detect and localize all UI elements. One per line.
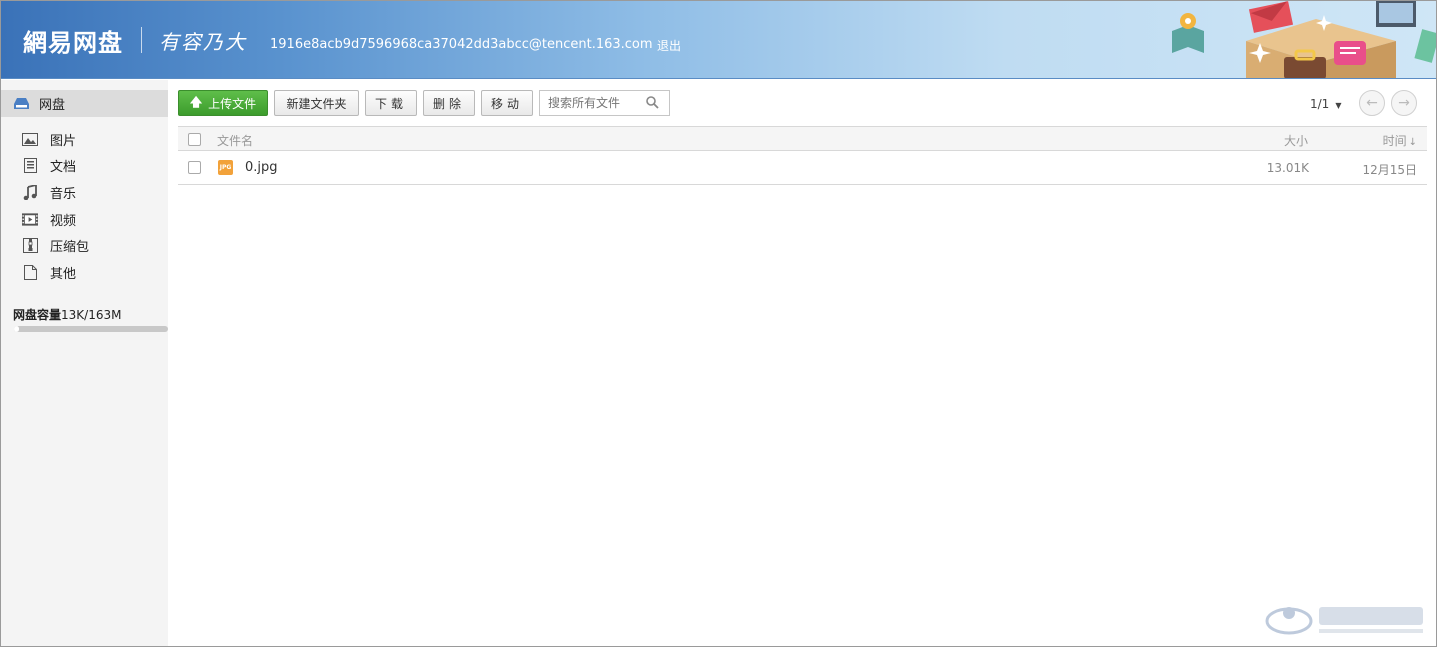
quota-progress-bar — [14, 326, 168, 332]
table-header: 文件名 大小 时间 ↓ — [178, 126, 1427, 151]
category-list: 图片 文档 音乐 视频 压缩包 其他 — [1, 126, 168, 286]
quota-label: 网盘容量 — [13, 308, 62, 322]
sidebar: 网盘 图片 文档 音乐 视频 压缩包 其他 网盘容量13K/163M — [1, 80, 168, 646]
arrow-right-icon: → — [1398, 95, 1410, 111]
delete-button[interactable]: 删除 — [423, 90, 475, 116]
download-button[interactable]: 下载 — [365, 90, 417, 116]
watermark-logo — [1265, 607, 1423, 635]
header-illustration — [1172, 1, 1436, 78]
file-icon — [22, 264, 38, 280]
file-time: 12月15日 — [1362, 163, 1417, 177]
toolbar: 🡅 上传文件 新建文件夹 下载 删除 移动 — [178, 90, 670, 116]
sort-down-icon: ↓ — [1408, 137, 1417, 148]
top-header: 網易网盘 有容乃大 1916e8acb9d7596968ca37042dd3ab… — [1, 1, 1436, 79]
column-header-time[interactable]: 时间 ↓ — [1383, 132, 1417, 149]
quota-value: 13K/163M — [61, 308, 122, 322]
search-icon[interactable] — [646, 96, 659, 109]
column-header-name[interactable]: 文件名 — [217, 132, 253, 149]
select-all-checkbox[interactable] — [188, 133, 201, 146]
page-indicator[interactable]: 1/1 ▼ — [1310, 97, 1341, 111]
sidebar-item-label: 音乐 — [50, 186, 77, 202]
sidebar-item-label: 其他 — [50, 266, 77, 282]
sidebar-item-others[interactable]: 其他 — [1, 259, 168, 286]
column-header-size[interactable]: 大小 — [1284, 132, 1308, 149]
sidebar-item-label: 压缩包 — [50, 240, 90, 256]
sidebar-item-archives[interactable]: 压缩包 — [1, 232, 168, 259]
row-checkbox[interactable] — [188, 161, 201, 174]
table-row[interactable]: JPG 0.jpg 13.01K 12月15日 — [178, 151, 1427, 185]
sidebar-item-images[interactable]: 图片 — [1, 126, 168, 153]
move-button[interactable]: 移动 — [481, 90, 533, 116]
search-box — [539, 90, 670, 116]
image-icon — [22, 132, 38, 147]
sidebar-item-documents[interactable]: 文档 — [1, 153, 168, 180]
sidebar-item-label: 图片 — [50, 133, 77, 149]
logout-link[interactable]: 退出 — [657, 37, 681, 54]
file-table: 文件名 大小 时间 ↓ JPG 0.jpg 13.01K 12月15日 — [178, 126, 1427, 185]
sidebar-item-label: 文档 — [50, 160, 77, 176]
document-icon — [22, 158, 38, 174]
sidebar-item-videos[interactable]: 视频 — [1, 206, 168, 233]
new-folder-button[interactable]: 新建文件夹 — [274, 90, 359, 116]
music-icon — [22, 184, 38, 200]
arrow-left-icon: ← — [1366, 95, 1378, 111]
sidebar-item-music[interactable]: 音乐 — [1, 179, 168, 206]
upload-button[interactable]: 🡅 上传文件 — [178, 90, 268, 116]
page-number: 1/1 — [1310, 97, 1330, 111]
storage-quota: 网盘容量13K/163M — [13, 306, 121, 323]
archive-icon — [22, 238, 38, 254]
sidebar-item-label: 网盘 — [39, 98, 66, 113]
next-page-button[interactable]: → — [1391, 90, 1417, 116]
disk-icon — [14, 98, 29, 109]
file-size: 13.01K — [1266, 161, 1309, 175]
column-header-time-label: 时间 — [1382, 134, 1407, 148]
file-name[interactable]: 0.jpg — [245, 160, 278, 175]
slogan: 有容乃大 — [159, 30, 247, 54]
upload-button-label: 上传文件 — [208, 96, 257, 111]
logo-divider — [141, 27, 142, 53]
video-icon — [22, 212, 38, 227]
chevron-down-icon: ▼ — [1335, 101, 1342, 110]
netease-logo[interactable]: 網易网盘 — [23, 23, 123, 58]
quota-progress-fill — [14, 326, 19, 332]
sidebar-item-netdisk[interactable]: 网盘 — [1, 90, 168, 117]
sidebar-item-label: 视频 — [50, 213, 77, 229]
prev-page-button[interactable]: ← — [1359, 90, 1385, 116]
jpg-file-icon: JPG — [218, 160, 233, 175]
account-email: 1916e8acb9d7596968ca37042dd3abcc@tencent… — [270, 37, 653, 52]
upload-arrow-icon: 🡅 — [189, 94, 203, 109]
